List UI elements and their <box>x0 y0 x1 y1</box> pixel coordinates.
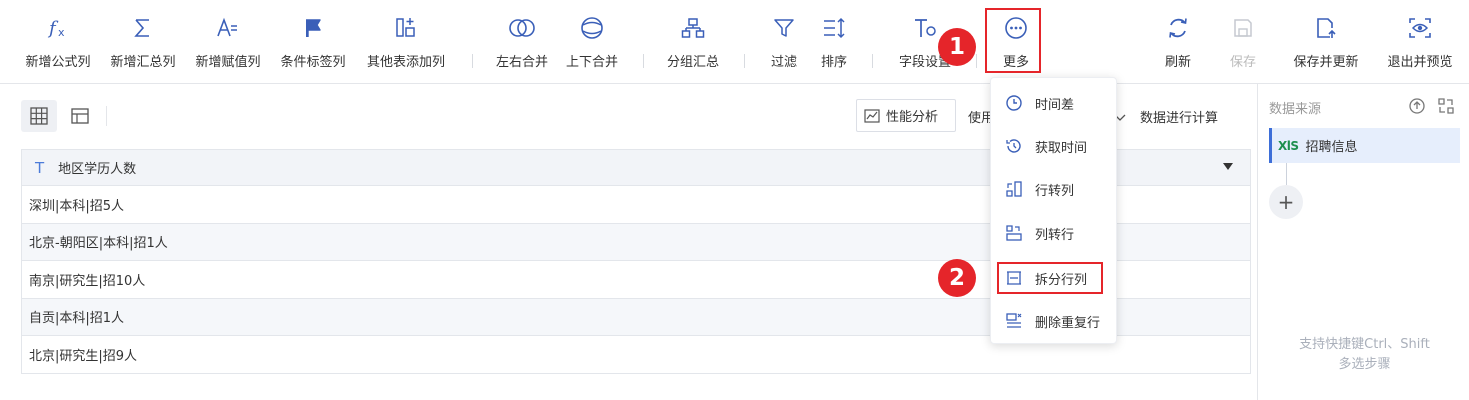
add-column-from-other-table-button[interactable]: 其他表添加列 <box>360 0 452 84</box>
save-icon <box>1229 14 1257 42</box>
save-and-update-button[interactable]: 保存并更新 <box>1287 0 1365 84</box>
grid-view-button[interactable] <box>21 100 57 132</box>
conditional-tag-column-label: 条件标签列 <box>280 55 346 70</box>
data-source-name: 招聘信息 <box>1305 140 1358 155</box>
exit-and-preview-label: 退出并预览 <box>1387 55 1453 70</box>
sort-icon <box>820 14 848 42</box>
hint-line: 支持快捷键Ctrl、Shift <box>1299 337 1430 352</box>
toolbar: fx 新增公式列 新增汇总列 新增赋值列 条件标签列 其他表添加列 左右合并 上… <box>0 0 1469 84</box>
toolbar-divider <box>472 54 473 68</box>
add-assign-column-label: 新增赋值列 <box>195 55 261 70</box>
save-button[interactable]: 保存 <box>1225 0 1261 84</box>
caret-down-icon[interactable] <box>1223 163 1233 170</box>
add-formula-column-button[interactable]: fx 新增公式列 <box>20 0 96 84</box>
menu-item-time-diff[interactable]: 时间差 <box>991 88 1118 118</box>
sidebar-title: 数据来源 <box>1269 102 1322 117</box>
grid-icon <box>30 107 48 125</box>
performance-analysis-button[interactable]: 性能分析 <box>856 99 956 132</box>
menu-item-row-to-column[interactable]: 行转列 <box>991 174 1118 204</box>
refresh-label: 刷新 <box>1164 55 1191 70</box>
toolbar-divider <box>872 54 873 68</box>
exit-and-preview-button[interactable]: 退出并预览 <box>1381 0 1459 84</box>
collapse-icon[interactable] <box>1436 96 1456 116</box>
group-summary-button[interactable]: 分组汇总 <box>661 0 725 84</box>
merge-vertical-label: 上下合并 <box>565 55 618 70</box>
filter-button[interactable]: 过滤 <box>766 0 802 84</box>
menu-item-label: 获取时间 <box>1035 140 1088 156</box>
merge-vertical-icon <box>578 14 606 42</box>
step-2-badge: 2 <box>938 259 976 297</box>
add-summary-column-button[interactable]: 新增汇总列 <box>105 0 181 84</box>
toolbar-divider <box>744 54 745 68</box>
layout-view-button[interactable] <box>62 100 98 132</box>
more-dropdown-menu: 时间差 获取时间 行转列 列转行 拆分行列 删除重复行 <box>990 77 1117 344</box>
menu-item-label: 时间差 <box>1035 97 1075 113</box>
history-icon <box>1004 136 1024 156</box>
svg-text:x: x <box>58 26 65 39</box>
sigma-icon <box>129 14 157 42</box>
add-formula-column-label: 新增公式列 <box>25 55 91 70</box>
refresh-button[interactable]: 刷新 <box>1160 0 1196 84</box>
history-undo-icon[interactable] <box>1407 96 1427 116</box>
menu-item-label: 列转行 <box>1035 227 1075 243</box>
toolbar-divider <box>643 54 644 68</box>
filter-icon <box>770 14 798 42</box>
chart-icon <box>864 108 880 123</box>
menu-item-label: 删除重复行 <box>1035 315 1101 331</box>
dedupe-icon <box>1004 311 1024 331</box>
calc-selector[interactable]: 数据进行计算 <box>1114 107 1218 126</box>
highlight-split-item <box>997 262 1103 294</box>
text-type-icon: T <box>35 158 45 177</box>
toolbar-divider <box>976 54 977 68</box>
data-source-item[interactable]: XlS 招聘信息 <box>1269 128 1460 163</box>
preview-icon <box>1406 14 1434 42</box>
group-icon <box>679 14 707 42</box>
row-to-column-icon <box>1004 179 1024 199</box>
column-to-row-icon <box>1004 223 1024 243</box>
clock-icon <box>1004 93 1024 113</box>
shortcut-hint: 支持快捷键Ctrl、Shift 多选步骤 <box>1269 335 1460 375</box>
hint-line: 多选步骤 <box>1338 357 1391 372</box>
highlight-more-button <box>985 8 1041 73</box>
assign-icon <box>214 14 242 42</box>
conditional-tag-column-button[interactable]: 条件标签列 <box>274 0 352 84</box>
add-step-button[interactable]: + <box>1269 185 1303 219</box>
menu-item-remove-duplicates[interactable]: 删除重复行 <box>991 306 1118 336</box>
flag-icon <box>299 14 327 42</box>
menu-item-get-time[interactable]: 获取时间 <box>991 131 1118 161</box>
add-summary-column-label: 新增汇总列 <box>110 55 176 70</box>
divider <box>106 106 107 126</box>
calc-label: 数据进行计算 <box>1140 111 1219 126</box>
save-and-update-label: 保存并更新 <box>1293 55 1359 70</box>
field-settings-icon <box>911 14 939 42</box>
save-label: 保存 <box>1229 55 1256 70</box>
filter-label: 过滤 <box>770 55 797 70</box>
sort-label: 排序 <box>820 55 847 70</box>
group-summary-label: 分组汇总 <box>666 55 719 70</box>
excel-icon: XlS <box>1278 138 1299 153</box>
merge-horizontal-button[interactable]: 左右合并 <box>490 0 554 84</box>
formula-icon: fx <box>44 14 72 42</box>
refresh-icon <box>1164 14 1192 42</box>
add-assign-column-button[interactable]: 新增赋值列 <box>190 0 266 84</box>
merge-horizontal-label: 左右合并 <box>495 55 548 70</box>
layout-icon <box>71 108 89 124</box>
save-update-icon <box>1312 14 1340 42</box>
data-source-sidebar: 数据来源 XlS 招聘信息 + 支持快捷键Ctrl、Shift 多选步骤 <box>1259 84 1469 400</box>
merge-vertical-button[interactable]: 上下合并 <box>560 0 624 84</box>
add-column-icon <box>392 14 420 42</box>
step-1-badge: 1 <box>938 28 976 66</box>
sort-button[interactable]: 排序 <box>816 0 852 84</box>
menu-item-label: 行转列 <box>1035 183 1075 199</box>
add-column-from-other-table-label: 其他表添加列 <box>366 55 445 70</box>
merge-horizontal-icon <box>508 14 536 42</box>
column-header-label: 地区学历人数 <box>58 162 137 177</box>
step-connector <box>1286 163 1287 185</box>
menu-item-column-to-row[interactable]: 列转行 <box>991 218 1118 248</box>
performance-analysis-label: 性能分析 <box>886 110 939 125</box>
